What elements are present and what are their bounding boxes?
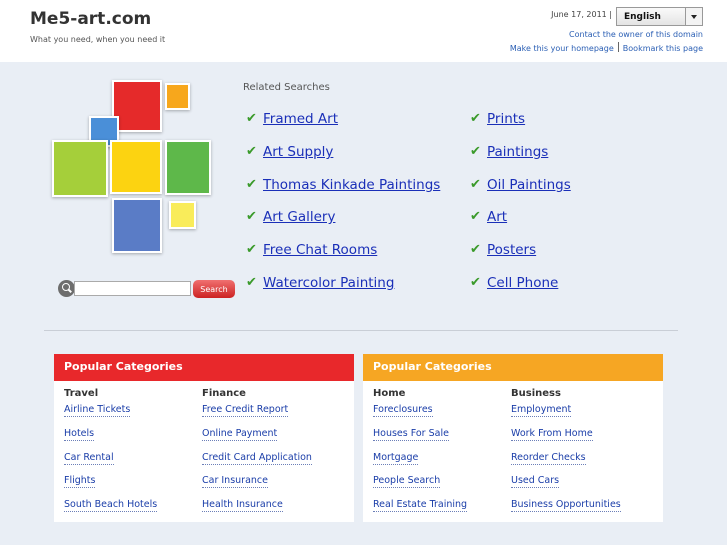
related-link[interactable]: Watercolor Painting — [263, 275, 394, 291]
category-link[interactable]: Car Rental — [64, 451, 114, 465]
category-link[interactable]: Used Cars — [511, 474, 560, 489]
search-icon — [58, 280, 75, 297]
logo-square-lime — [52, 140, 108, 197]
date-label: June 17, 2011 | — [551, 10, 612, 19]
category-link[interactable]: Foreclosures — [373, 403, 433, 417]
header-links: Contact the owner of this domain Make th… — [510, 28, 703, 56]
logo-square-yellow-small — [169, 201, 196, 229]
check-icon: ✔ — [246, 242, 257, 257]
category-link[interactable]: Airline Tickets — [64, 403, 131, 417]
check-icon: ✔ — [470, 144, 481, 159]
check-icon: ✔ — [470, 111, 481, 126]
category-link[interactable]: Business Opportunities — [511, 498, 621, 513]
language-select[interactable]: English — [616, 7, 703, 26]
site-title: Me5-art.com — [30, 9, 152, 29]
contact-owner-link[interactable]: Contact the owner of this domain — [569, 30, 703, 39]
category-link[interactable]: Car Insurance — [202, 474, 268, 489]
logo — [52, 78, 217, 258]
category-link[interactable]: Mortgage — [373, 451, 419, 465]
category-column-business: Business Employment Work From Home Reord… — [511, 388, 646, 522]
check-icon: ✔ — [246, 144, 257, 159]
related-link[interactable]: Paintings — [487, 144, 548, 160]
link-separator — [617, 42, 619, 52]
logo-square-orange — [165, 83, 190, 110]
category-link[interactable]: Real Estate Training — [373, 498, 468, 513]
category-link[interactable]: Free Credit Report — [202, 403, 289, 417]
category-link[interactable]: Reorder Checks — [511, 451, 586, 465]
column-title: Business — [511, 388, 561, 399]
column-title: Finance — [202, 388, 246, 399]
related-link[interactable]: Oil Paintings — [487, 177, 571, 193]
related-link[interactable]: Art Supply — [263, 144, 333, 160]
category-link[interactable]: Hotels — [64, 427, 95, 441]
category-link[interactable]: Houses For Sale — [373, 427, 449, 441]
related-link[interactable]: Posters — [487, 242, 536, 258]
check-icon: ✔ — [246, 275, 257, 290]
category-link[interactable]: Work From Home — [511, 427, 593, 441]
make-homepage-link[interactable]: Make this your homepage — [510, 44, 614, 53]
panel-header: Popular Categories — [363, 354, 663, 381]
category-link[interactable]: Flights — [64, 474, 96, 489]
divider — [44, 330, 678, 331]
check-icon: ✔ — [246, 111, 257, 126]
search-input[interactable] — [74, 281, 191, 296]
category-column-finance: Finance Free Credit Report Online Paymen… — [202, 388, 337, 522]
check-icon: ✔ — [246, 177, 257, 192]
category-link[interactable]: Health Insurance — [202, 498, 283, 513]
bookmark-link[interactable]: Bookmark this page — [623, 44, 703, 53]
logo-square-green — [165, 140, 211, 195]
logo-square-red — [112, 80, 162, 132]
language-value: English — [624, 12, 661, 22]
check-icon: ✔ — [470, 177, 481, 192]
related-link[interactable]: Free Chat Rooms — [263, 242, 377, 258]
column-title: Travel — [64, 388, 99, 399]
category-link[interactable]: People Search — [373, 474, 441, 489]
header: Me5-art.com What you need, when you need… — [0, 0, 727, 62]
category-column-travel: Travel Airline Tickets Hotels Car Rental… — [64, 388, 199, 522]
site-tagline: What you need, when you need it — [30, 35, 166, 44]
popular-categories-panel-1: Popular Categories Travel Airline Ticket… — [54, 354, 354, 522]
check-icon: ✔ — [470, 275, 481, 290]
check-icon: ✔ — [470, 209, 481, 224]
related-link[interactable]: Thomas Kinkade Paintings — [263, 177, 440, 193]
category-link[interactable]: South Beach Hotels — [64, 498, 158, 513]
popular-categories-panel-2: Popular Categories Home Foreclosures Hou… — [363, 354, 663, 522]
related-link[interactable]: Prints — [487, 111, 525, 127]
logo-square-blue-large — [112, 198, 162, 253]
related-link[interactable]: Framed Art — [263, 111, 338, 127]
check-icon: ✔ — [246, 209, 257, 224]
related-link[interactable]: Art — [487, 209, 507, 225]
related-link[interactable]: Cell Phone — [487, 275, 558, 291]
category-link[interactable]: Online Payment — [202, 427, 278, 441]
related-link[interactable]: Art Gallery — [263, 209, 335, 225]
check-icon: ✔ — [470, 242, 481, 257]
chevron-down-icon[interactable] — [685, 8, 702, 25]
logo-square-yellow — [110, 140, 162, 194]
column-title: Home — [373, 388, 406, 399]
search-button[interactable]: Search — [193, 280, 235, 298]
category-column-home: Home Foreclosures Houses For Sale Mortga… — [373, 388, 508, 522]
category-link[interactable]: Employment — [511, 403, 572, 417]
category-link[interactable]: Credit Card Application — [202, 451, 312, 465]
panel-header: Popular Categories — [54, 354, 354, 381]
related-searches-title: Related Searches — [243, 82, 330, 93]
